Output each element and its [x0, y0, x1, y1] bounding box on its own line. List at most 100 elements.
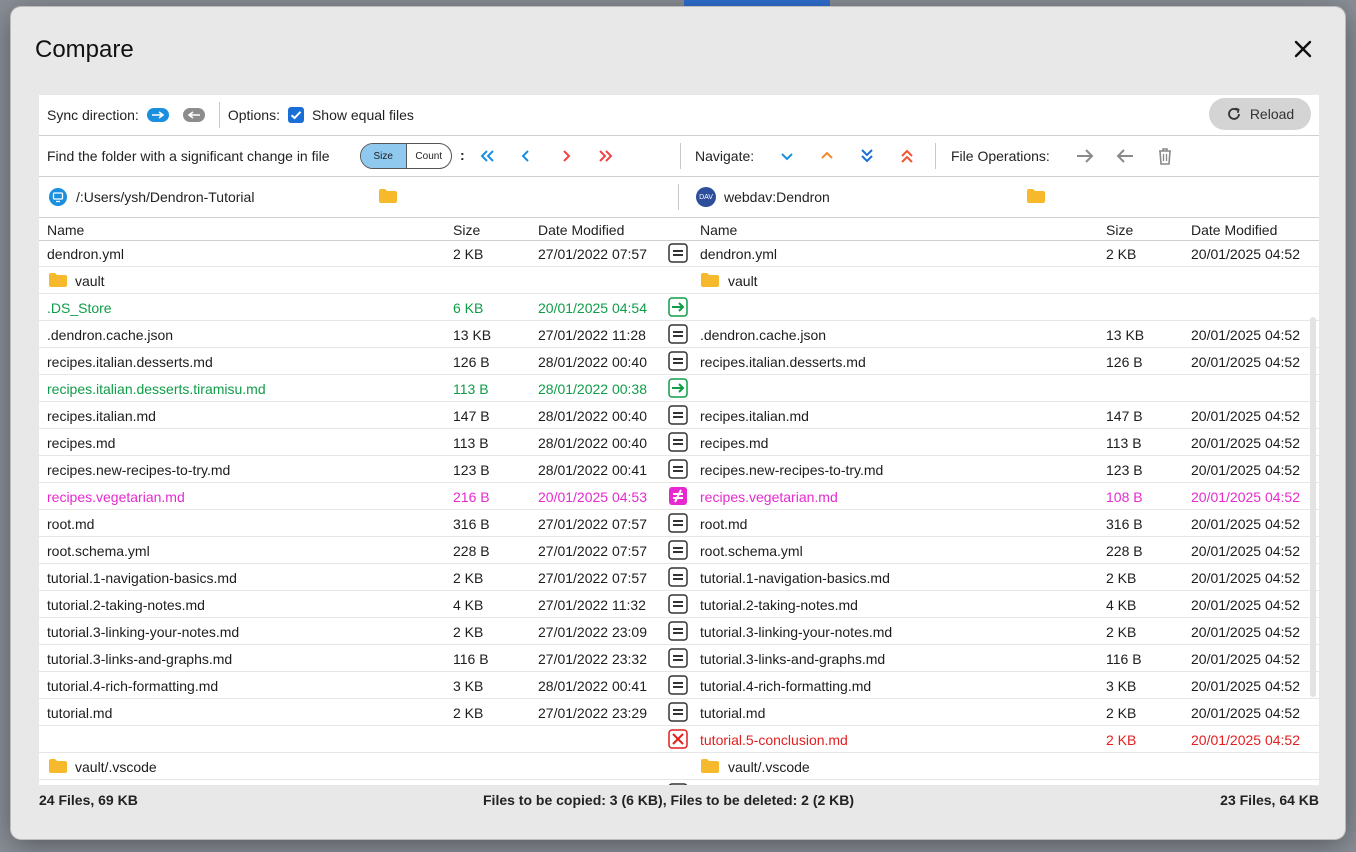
- file-row[interactable]: tutorial.2-taking-notes.md 4 KB 27/01/2022…: [39, 591, 1319, 618]
- equal-icon[interactable]: [668, 783, 688, 785]
- left-file-name: recipes.italian.desserts.md: [47, 354, 213, 370]
- right-file-name: dendron.yml: [700, 246, 778, 262]
- right-date-header[interactable]: Date Modified: [1191, 222, 1277, 238]
- folder-row[interactable]: vault/.vscode vault/.vscode: [39, 753, 1319, 780]
- show-equal-checkbox[interactable]: [287, 107, 304, 123]
- equal-icon[interactable]: [668, 351, 688, 371]
- double-chevron-left-icon[interactable]: [476, 145, 498, 167]
- right-file-date: 20/01/2025 04:52: [1191, 354, 1300, 370]
- left-name-header[interactable]: Name: [47, 222, 84, 238]
- copy-right-icon[interactable]: [668, 378, 688, 398]
- sync-direction-label: Sync direction:: [47, 107, 139, 123]
- file-row[interactable]: recipes.italian.desserts.tiramisu.md 113 …: [39, 375, 1319, 402]
- equal-icon[interactable]: [668, 405, 688, 425]
- file-row[interactable]: .dendron.cache.json 13 KB 27/01/2022 11:28…: [39, 321, 1319, 348]
- copy-left-arrow-icon[interactable]: [1114, 145, 1136, 167]
- divider: [218, 102, 220, 128]
- equal-icon[interactable]: [668, 675, 688, 695]
- right-file-name: tutorial.3-links-and-graphs.md: [700, 651, 886, 667]
- divider: [680, 143, 681, 169]
- file-row[interactable]: tutorial.4-rich-formatting.md 3 KB 28/01/2…: [39, 672, 1319, 699]
- file-row[interactable]: tutorial.3-links-and-graphs.md 116 B 27/01…: [39, 645, 1319, 672]
- folder-open-icon[interactable]: [1027, 189, 1045, 203]
- equal-icon[interactable]: [668, 513, 688, 533]
- toggle-count[interactable]: Count: [407, 144, 452, 168]
- trash-icon[interactable]: [1154, 145, 1176, 167]
- left-file-date: 27/01/2022 07:57: [538, 246, 647, 262]
- equal-icon[interactable]: [668, 243, 688, 263]
- operation-summary: Files to be copied: 3 (6 KB), Files to b…: [483, 792, 855, 808]
- equal-icon[interactable]: [668, 594, 688, 614]
- file-row[interactable]: recipes.new-recipes-to-try.md 123 B 28/01/…: [39, 456, 1319, 483]
- left-file-date: 28/01/2022 00:40: [538, 354, 647, 370]
- chevron-down-icon[interactable]: [776, 145, 798, 167]
- file-row[interactable]: tutorial.md 2 KB 27/01/2022 23:29 tutorial.…: [39, 699, 1319, 726]
- file-row[interactable]: dendron.code-snippets532 B27/01/2022 07:…: [39, 780, 1319, 785]
- file-row[interactable]: .DS_Store 6 KB 20/01/2025 04:54: [39, 294, 1319, 321]
- file-row[interactable]: dendron.yml 2 KB 27/01/2022 07:57 dendron.y…: [39, 240, 1319, 267]
- right-size-header[interactable]: Size: [1106, 222, 1133, 238]
- right-file-date: 20/01/2025 04:52: [1191, 597, 1300, 613]
- vertical-scrollbar[interactable]: [1310, 317, 1316, 697]
- left-file-size: 2 KB: [453, 624, 484, 640]
- show-equal-label: Show equal files: [311, 107, 414, 123]
- chevron-up-icon[interactable]: [816, 145, 838, 167]
- equal-icon[interactable]: [668, 459, 688, 479]
- file-row[interactable]: recipes.italian.md 147 B 28/01/2022 00:40 r…: [39, 402, 1319, 429]
- equal-icon[interactable]: [668, 540, 688, 560]
- equal-icon[interactable]: [668, 621, 688, 641]
- sync-left-to-right-icon[interactable]: [146, 108, 169, 122]
- table-header: Name Size Date Modified Name Size Date M…: [39, 218, 1319, 241]
- folder-row[interactable]: vault vault: [39, 267, 1319, 294]
- left-date-header[interactable]: Date Modified: [538, 222, 624, 238]
- reload-button[interactable]: Reload: [1209, 98, 1311, 130]
- right-file-name: recipes.md: [700, 435, 769, 451]
- right-file-date: 20/01/2025 04:52: [1191, 651, 1300, 667]
- right-file-size: 2 KB: [1106, 246, 1137, 262]
- left-folder-name: vault: [75, 273, 105, 289]
- toggle-size[interactable]: Size: [361, 144, 407, 168]
- file-row[interactable]: tutorial.5-conclusion.md 2 KB 20/01/2025 0…: [39, 726, 1319, 753]
- navigation-bar: Find the folder with a significant chang…: [39, 136, 1319, 177]
- close-icon[interactable]: [1291, 37, 1315, 61]
- colon-separator: :: [460, 147, 465, 163]
- right-file-name: tutorial.1-navigation-basics.md: [700, 570, 890, 586]
- folder-open-icon[interactable]: [379, 189, 397, 203]
- webdav-icon: DAV: [696, 187, 716, 207]
- chevron-right-icon[interactable]: [555, 145, 577, 167]
- right-name-header[interactable]: Name: [700, 222, 737, 238]
- right-path: webdav:Dendron: [724, 189, 830, 205]
- file-row[interactable]: recipes.vegetarian.md 216 B 20/01/2025 04:…: [39, 483, 1319, 510]
- equal-icon[interactable]: [668, 324, 688, 344]
- double-chevron-right-icon[interactable]: [595, 145, 617, 167]
- double-chevron-up-icon[interactable]: [896, 145, 918, 167]
- left-file-date: 27/01/2022 11:28: [538, 327, 646, 343]
- right-file-date: 20/01/2025 04:52: [1191, 705, 1300, 721]
- left-file-name: .dendron.cache.json: [47, 327, 174, 343]
- equal-icon[interactable]: [668, 432, 688, 452]
- equal-icon[interactable]: [668, 567, 688, 587]
- left-file-name: tutorial.3-links-and-graphs.md: [47, 651, 233, 667]
- chevron-left-icon[interactable]: [515, 145, 537, 167]
- not-equal-icon[interactable]: [668, 486, 688, 506]
- equal-icon[interactable]: [668, 648, 688, 668]
- delete-icon[interactable]: [668, 729, 688, 749]
- file-row[interactable]: tutorial.3-linking-your-notes.md 2 KB 27/0…: [39, 618, 1319, 645]
- size-count-toggle[interactable]: Size Count: [360, 143, 452, 169]
- left-file-date: 28/01/2022 00:41: [538, 462, 647, 478]
- file-row[interactable]: recipes.md 113 B 28/01/2022 00:40 recipes.m…: [39, 429, 1319, 456]
- left-size-header[interactable]: Size: [453, 222, 480, 238]
- file-row[interactable]: root.schema.yml 228 B 27/01/2022 07:57 root…: [39, 537, 1319, 564]
- double-chevron-down-icon[interactable]: [856, 145, 878, 167]
- equal-icon[interactable]: [668, 702, 688, 722]
- left-file-name: root.md: [47, 516, 95, 532]
- left-file-size: 2 KB: [453, 246, 484, 262]
- sync-right-to-left-icon[interactable]: [182, 108, 205, 122]
- file-row[interactable]: root.md 316 B 27/01/2022 07:57 root.md 316 B…: [39, 510, 1319, 537]
- right-file-name: tutorial.4-rich-formatting.md: [700, 678, 872, 694]
- file-row[interactable]: tutorial.1-navigation-basics.md 2 KB 27/01…: [39, 564, 1319, 591]
- copy-right-arrow-icon[interactable]: [1074, 145, 1096, 167]
- left-file-date: 28/01/2022 00:41: [538, 678, 647, 694]
- file-row[interactable]: recipes.italian.desserts.md 126 B 28/01/20…: [39, 348, 1319, 375]
- copy-right-icon[interactable]: [668, 297, 688, 317]
